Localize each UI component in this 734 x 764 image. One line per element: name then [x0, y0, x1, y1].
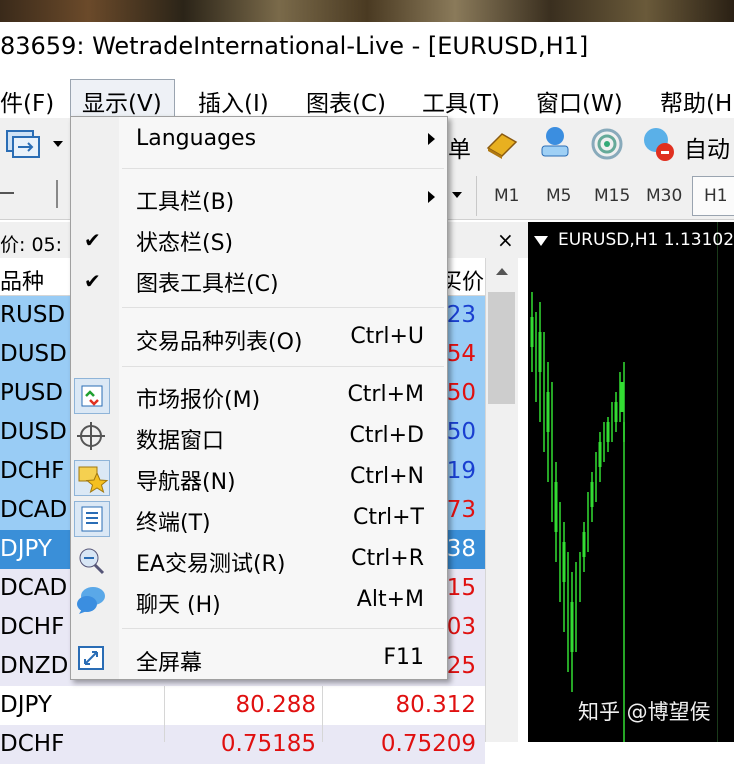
- row-symbol: DJPY: [0, 692, 52, 718]
- menu-item-chat[interactable]: 聊天 (H): [136, 587, 221, 619]
- shortcut-ctrl-n: Ctrl+N: [349, 464, 424, 489]
- gold-bar-icon[interactable]: [484, 126, 520, 162]
- menu-item-languages[interactable]: Languages: [136, 126, 256, 151]
- fullscreen-icon: [74, 641, 110, 677]
- column-divider: [322, 686, 323, 742]
- menu-charts[interactable]: 图表(C): [306, 84, 386, 118]
- menu-item-status-bar[interactable]: 状态栏(S): [136, 225, 233, 257]
- menu-tools[interactable]: 工具(T): [422, 84, 500, 118]
- chart-menu-triangle-icon[interactable]: [534, 236, 548, 246]
- check-icon: ✔: [84, 228, 101, 252]
- crosshair-icon: [74, 419, 110, 455]
- toolbar-partial-label[interactable]: 单: [448, 130, 471, 164]
- menu-insert[interactable]: 插入(I): [198, 84, 269, 118]
- row-bid: 80.288: [235, 692, 316, 718]
- row-symbol: DCAD: [0, 497, 68, 523]
- menu-item-full-screen[interactable]: 全屏幕: [136, 645, 202, 677]
- timeframe-m5[interactable]: M5: [546, 186, 571, 206]
- navigator-star-icon: [74, 460, 110, 496]
- shortcut-ctrl-d: Ctrl+D: [349, 423, 424, 448]
- shortcut-ctrl-u: Ctrl+U: [350, 324, 424, 349]
- column-symbol[interactable]: 品种: [0, 264, 44, 296]
- menu-separator: [122, 307, 444, 308]
- row-ask: 0.75209: [380, 731, 476, 757]
- timeframe-m15[interactable]: M15: [594, 186, 630, 206]
- shortcut-ctrl-t: Ctrl+T: [352, 505, 424, 530]
- auto-trading-icon[interactable]: [638, 124, 678, 164]
- timeframe-h1[interactable]: H1: [704, 186, 728, 206]
- menu-item-strategy-tester[interactable]: EA交易测试(R): [136, 546, 285, 578]
- menu-separator: [122, 366, 444, 367]
- timeframe-m1[interactable]: M1: [494, 186, 519, 206]
- menu-view[interactable]: 显示(V): [82, 84, 162, 118]
- row-symbol: DJPY: [0, 536, 52, 562]
- submenu-arrow-icon: [428, 191, 435, 203]
- menu-separator: [122, 628, 444, 629]
- shortcut-ctrl-r: Ctrl+R: [351, 546, 424, 571]
- background-photo-strip: [0, 0, 734, 22]
- menu-window[interactable]: 窗口(W): [536, 84, 623, 118]
- scrollbar-thumb[interactable]: [488, 292, 515, 404]
- market-watch-close-icon[interactable]: ×: [497, 228, 514, 252]
- toolbar-separator: [476, 176, 477, 216]
- row-symbol: DCHF: [0, 731, 65, 757]
- submenu-arrow-icon: [428, 133, 435, 145]
- menu-separator: [122, 168, 444, 169]
- profiles-icon[interactable]: [4, 126, 44, 162]
- check-icon: ✔: [84, 269, 101, 293]
- menu-item-toolbars[interactable]: 工具栏(B): [136, 184, 234, 216]
- row-symbol: RUSD: [0, 302, 66, 328]
- chat-icon[interactable]: [536, 124, 574, 162]
- window-title: 83659: WetradeInternational-Live - [EURU…: [0, 32, 589, 60]
- row-symbol: DUSD: [0, 419, 67, 445]
- shortcut-alt-m: Alt+M: [356, 587, 424, 612]
- timeframe-m30[interactable]: M30: [646, 186, 682, 206]
- chart-title: EURUSD,H1 1.13102: [558, 230, 734, 250]
- profiles-dropdown-arrow[interactable]: [53, 141, 63, 147]
- toolbar-dash-icon: [0, 192, 14, 194]
- row-ask: 80.312: [395, 692, 476, 718]
- row-symbol: DUSD: [0, 341, 67, 367]
- chat-bubble-icon: [74, 583, 110, 619]
- row-symbol: DCHF: [0, 614, 65, 640]
- menu-item-symbols[interactable]: 交易品种列表(O): [136, 324, 302, 356]
- menu-item-data-window[interactable]: 数据窗口: [136, 423, 224, 455]
- row-bid: 0.75185: [220, 731, 316, 757]
- auto-trading-label[interactable]: 自动: [684, 130, 730, 164]
- menu-help[interactable]: 帮助(H): [660, 84, 734, 118]
- menu-item-market-watch[interactable]: 市场报价(M): [136, 382, 260, 414]
- row-symbol: DCHF: [0, 458, 65, 484]
- toolbar-divider: [56, 180, 58, 208]
- watermark-text: 知乎 @博望侯: [578, 700, 711, 724]
- strategy-tester-icon: [74, 542, 110, 578]
- shortcut-f11: F11: [383, 645, 424, 670]
- menu-item-navigator[interactable]: 导航器(N): [136, 464, 236, 496]
- menu-file[interactable]: 件(F): [0, 84, 54, 118]
- toolbar-dropdown-arrow[interactable]: [452, 192, 462, 198]
- shortcut-ctrl-m: Ctrl+M: [347, 382, 424, 407]
- terminal-icon: [74, 501, 110, 537]
- market-watch-time: 价: 05:: [0, 234, 63, 256]
- scroll-up-arrow-icon[interactable]: [496, 268, 508, 275]
- market-watch-icon: [74, 378, 110, 414]
- row-symbol: PUSD: [0, 380, 64, 406]
- row-symbol: DCAD: [0, 575, 68, 601]
- menu-item-charts-toolbar[interactable]: 图表工具栏(C): [136, 266, 279, 298]
- menu-item-terminal[interactable]: 终端(T): [136, 505, 211, 537]
- candlestick-chart: [530, 222, 718, 742]
- signal-icon[interactable]: [588, 126, 626, 162]
- price-chart[interactable]: [528, 222, 734, 742]
- row-symbol: DNZD: [0, 653, 69, 679]
- column-divider: [164, 686, 165, 742]
